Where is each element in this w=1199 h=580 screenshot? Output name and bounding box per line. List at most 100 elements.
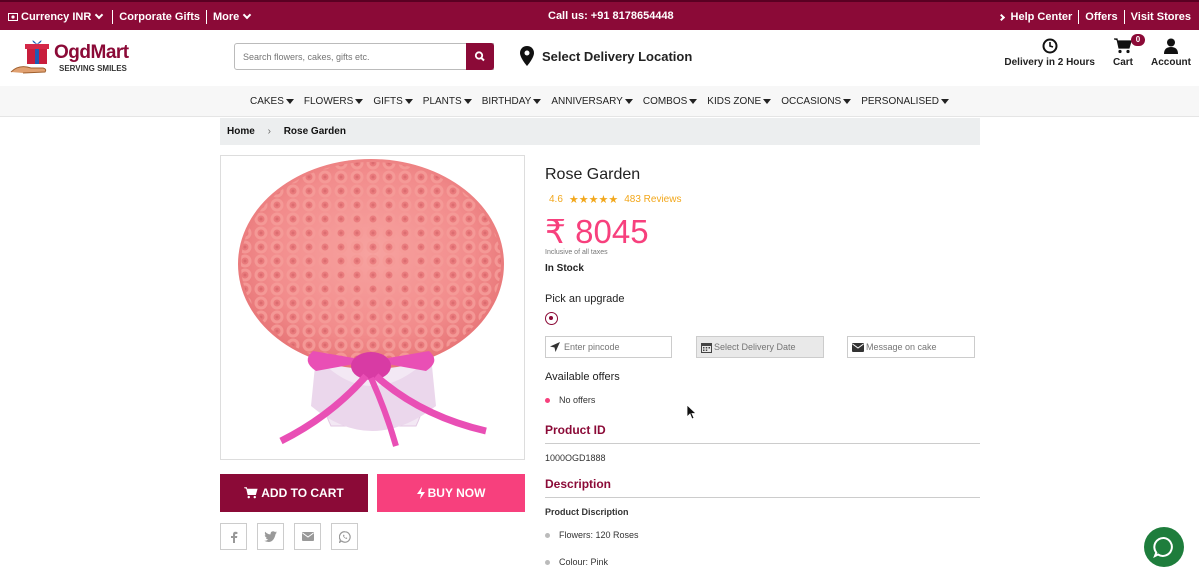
rating-value: 4.6 [549, 194, 563, 205]
chat-button[interactable] [1144, 527, 1184, 567]
delivery-location-selector[interactable]: Select Delivery Location [520, 46, 692, 66]
caret-down-icon [689, 98, 698, 104]
bullet-icon [545, 397, 550, 403]
description-heading: Description [545, 477, 980, 498]
product-image[interactable] [220, 155, 525, 460]
product-info: Rose Garden 4.6 ★★★★★ 483 Reviews ₹ 8045… [545, 166, 980, 567]
nav-plants[interactable]: PLANTS [423, 96, 472, 107]
caret-down-icon [463, 98, 472, 104]
facebook-icon [230, 531, 237, 543]
envelope-icon [852, 342, 864, 352]
twitter-icon [264, 531, 277, 542]
offers-heading: Available offers [545, 371, 620, 383]
product-rating: 4.6 ★★★★★ 483 Reviews [549, 193, 681, 206]
top-bar: Currency INR Corporate Gifts More Call u… [0, 0, 1199, 30]
calendar-icon [701, 342, 712, 353]
cake-message-field [847, 336, 975, 358]
cart-count-badge: 0 [1131, 34, 1145, 46]
email-share-button[interactable] [294, 523, 321, 550]
currency-selector[interactable]: Currency INR [8, 10, 104, 23]
help-center-link[interactable]: Help Center [998, 11, 1072, 23]
cake-message-input[interactable] [864, 342, 964, 352]
search-button[interactable] [466, 43, 494, 70]
logo-name: OgdMart [54, 42, 129, 63]
breadcrumb-home[interactable]: Home [227, 126, 255, 137]
corporate-gifts-link[interactable]: Corporate Gifts [119, 11, 200, 23]
caret-down-icon [941, 98, 950, 104]
rose-bouquet-image [238, 159, 504, 447]
chevron-down-icon [243, 10, 252, 20]
currency-icon [8, 13, 18, 21]
twitter-share-button[interactable] [257, 523, 284, 550]
nav-occasions[interactable]: OCCASIONS [781, 96, 852, 107]
breadcrumb-current: Rose Garden [283, 126, 346, 137]
search-box [234, 43, 494, 70]
product-title: Rose Garden [545, 166, 641, 183]
nav-gifts[interactable]: GIFTS [373, 96, 413, 107]
gift-logo-icon [10, 40, 49, 74]
delivery-date-field [696, 336, 824, 358]
caret-down-icon [763, 98, 772, 104]
pincode-field [545, 336, 672, 358]
map-pin-icon [520, 46, 534, 66]
chat-icon [1153, 536, 1173, 558]
caret-down-icon [404, 98, 413, 104]
facebook-share-button[interactable] [220, 523, 247, 550]
upgrade-label: Pick an upgrade [545, 293, 625, 305]
bolt-icon [416, 487, 425, 499]
description-item: Flowers: 120 Roses [545, 530, 639, 540]
nav-kids-zone[interactable]: KIDS ZONE [707, 96, 772, 107]
bullet-icon [545, 532, 550, 538]
cart-link[interactable]: 0 Cart [1113, 34, 1145, 68]
nav-cakes[interactable]: CAKES [250, 96, 294, 107]
nav-flowers[interactable]: FLOWERS [304, 96, 364, 107]
user-icon [1164, 38, 1178, 54]
nav-personalised[interactable]: PERSONALISED [861, 96, 950, 107]
nav-combos[interactable]: COMBOS [643, 96, 698, 107]
caret-down-icon [355, 98, 364, 104]
call-us-text: Call us: +91 8178654448 [548, 10, 674, 22]
stock-status: In Stock [545, 263, 584, 274]
clock-icon [1042, 38, 1058, 54]
whatsapp-icon [338, 530, 351, 543]
bullet-icon [545, 559, 550, 565]
cart-icon [244, 487, 258, 499]
search-icon [474, 51, 485, 62]
chevron-right-icon [998, 13, 1006, 22]
whatsapp-share-button[interactable] [331, 523, 358, 550]
share-buttons [220, 523, 368, 550]
reviews-link[interactable]: 483 Reviews [624, 194, 681, 205]
breadcrumb: Home › Rose Garden [220, 118, 980, 145]
caret-down-icon [624, 98, 633, 104]
account-link[interactable]: Account [1151, 38, 1191, 68]
description-item: Colour: Pink [545, 557, 608, 567]
chevron-right-icon: › [267, 126, 271, 137]
logo[interactable]: OgdMart SERVING SMILES [9, 38, 129, 78]
header: OgdMart SERVING SMILES Select Delivery L… [0, 30, 1199, 86]
more-menu[interactable]: More [213, 10, 252, 23]
upgrade-radio[interactable] [545, 312, 558, 325]
cart-icon [1113, 38, 1132, 54]
caret-down-icon [533, 98, 542, 104]
offer-item: No offers [545, 395, 595, 405]
logo-tagline: SERVING SMILES [59, 64, 127, 73]
nav-anniversary[interactable]: ANNIVERSARY [551, 96, 633, 107]
search-input[interactable] [235, 44, 467, 69]
product-id-heading: Product ID [545, 423, 980, 444]
delivery-2-hours[interactable]: Delivery in 2 Hours [1004, 38, 1095, 68]
chevron-down-icon [95, 10, 104, 20]
product-price: ₹ 8045 [545, 213, 649, 250]
buy-now-button[interactable]: BUY NOW [377, 474, 525, 512]
caret-down-icon [285, 98, 294, 104]
pincode-input[interactable] [560, 342, 660, 352]
category-nav: CAKES FLOWERS GIFTS PLANTS BIRTHDAY ANNI… [0, 86, 1199, 117]
description-subheading: Product Discription [545, 507, 629, 517]
visit-stores-link[interactable]: Visit Stores [1131, 11, 1191, 23]
mouse-cursor-icon [687, 405, 697, 420]
add-to-cart-button[interactable]: ADD TO CART [220, 474, 368, 512]
nav-birthday[interactable]: BIRTHDAY [482, 96, 542, 107]
offers-link[interactable]: Offers [1085, 11, 1117, 23]
delivery-date-input[interactable] [712, 342, 812, 352]
location-arrow-icon [550, 342, 560, 352]
mail-icon [301, 532, 314, 541]
